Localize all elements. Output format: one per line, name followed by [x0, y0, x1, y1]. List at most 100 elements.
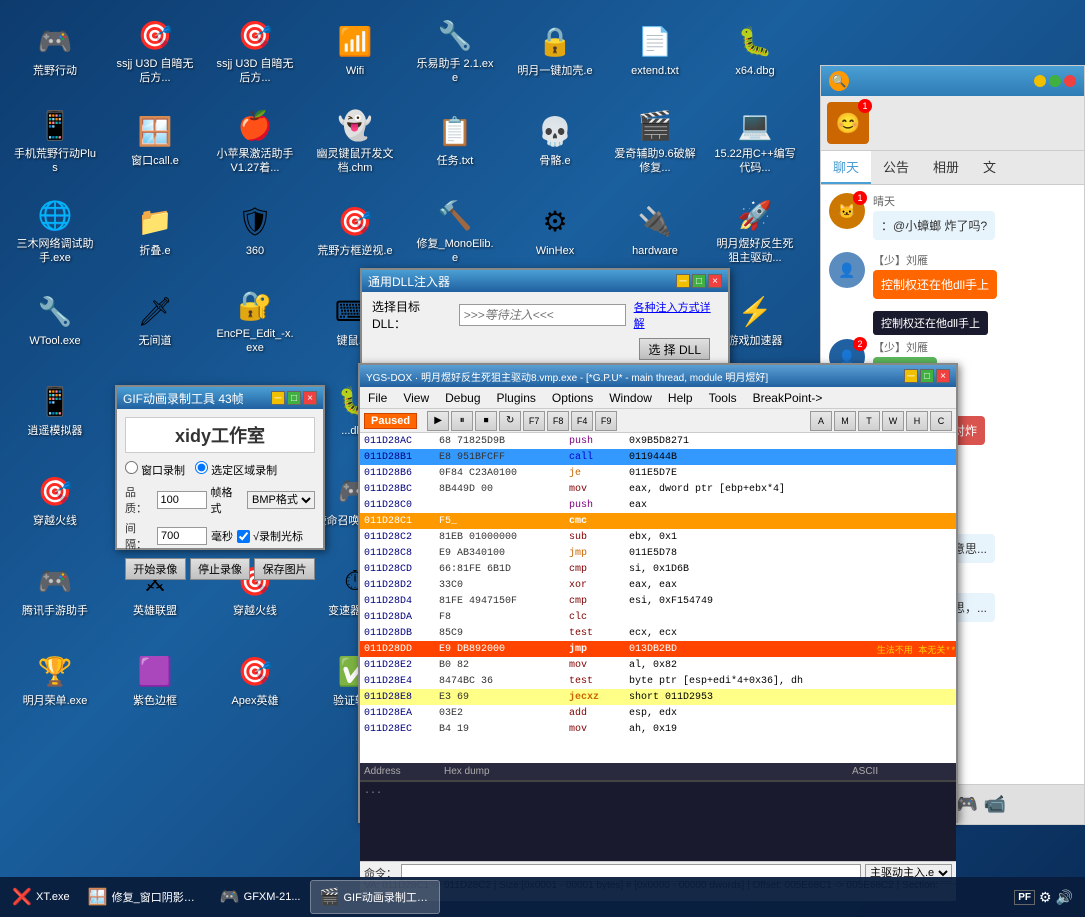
qq-game-icon[interactable]: 🎮: [956, 794, 978, 815]
gif-stop-btn[interactable]: 停止录像: [190, 558, 251, 580]
icon-mingyue-drive[interactable]: 🚀 明月煜好反生死狙主驱动...: [710, 190, 800, 270]
menu-tools[interactable]: Tools: [701, 389, 745, 407]
gif-close-btn[interactable]: ×: [303, 391, 317, 405]
taskbar-item-xt[interactable]: ❌ XT.exe: [4, 880, 78, 914]
gif-format-select[interactable]: BMP格式: [247, 491, 315, 509]
menu-help[interactable]: Help: [660, 389, 701, 407]
debugger-close-btn[interactable]: ×: [936, 369, 950, 383]
gif-save-btn[interactable]: 保存图片: [254, 558, 315, 580]
qq-video-icon[interactable]: 📹: [984, 794, 1006, 815]
dll-help-link[interactable]: 各种注入方式详解: [634, 299, 718, 331]
icon-phone-huanye[interactable]: 📱 手机荒野行动Plus: [10, 100, 100, 180]
taskbar-item-gfxm[interactable]: 🎮 GFXM-21...: [212, 880, 309, 914]
msg-item-2: 👤 【少】刘雁 控制权还在他dll手上: [829, 252, 1076, 299]
mnem-14: mov: [565, 660, 625, 671]
icon-ssjj-2[interactable]: 🎯 ssjj U3D 自暗无后方...: [210, 10, 300, 90]
menu-window[interactable]: Window: [601, 389, 660, 407]
qq-close-btn[interactable]: [1064, 75, 1076, 87]
taskbar-item-gif[interactable]: 🎬 GIF动画录制工具.exe: [310, 880, 440, 914]
icon-mingyue[interactable]: 🔒 明月一键加壳.e: [510, 10, 600, 90]
icon-mingyue-rongdan[interactable]: 🏆 明月荣单.exe: [10, 640, 100, 720]
icon-荒野行动[interactable]: 🎮 荒野行动: [10, 10, 100, 90]
icon-sanmu[interactable]: 🌐 三木网络调试助手.exe: [10, 190, 100, 270]
dll-path-input[interactable]: [459, 304, 626, 326]
code-row-1[interactable]: 011D28B1 E8 951BFCFF call 0119444B: [360, 449, 956, 465]
toolbar-btn-w[interactable]: W: [882, 411, 904, 431]
icon-mumu[interactable]: 📱 逍遥模拟器: [10, 370, 100, 450]
icon-task[interactable]: 📋 任务.txt: [410, 100, 500, 180]
qq-minimize-btn[interactable]: [1034, 75, 1046, 87]
tray-icon-sound[interactable]: 🔊: [1056, 889, 1073, 906]
qq-tab-chat[interactable]: 聊天: [821, 151, 871, 184]
dll-minimize-btn[interactable]: ─: [676, 274, 690, 288]
toolbar-btn-4[interactable]: ↻: [499, 411, 521, 431]
toolbar-btn-3[interactable]: ⏹: [475, 411, 497, 431]
gif-start-btn[interactable]: 开始录像: [125, 558, 186, 580]
icon-apple[interactable]: 🍎 小苹果激活助手V1.27着...: [210, 100, 300, 180]
debugger-maximize-btn[interactable]: □: [920, 369, 934, 383]
code-row-2: 011D28B6 0F84 C23A0100 je 011E5D7E: [360, 465, 956, 481]
icon-window-call[interactable]: 🪟 窗口call.e: [110, 100, 200, 180]
icon-huanye-box[interactable]: 🎯 荒野方框逆视.e: [310, 190, 400, 270]
icon-repair-mono[interactable]: 🔨 修复_MonoElib.e: [410, 190, 500, 270]
qq-maximize-btn[interactable]: [1049, 75, 1061, 87]
icon-apex[interactable]: 🎯 Apex英雄: [210, 640, 300, 720]
icon-wifi[interactable]: 📶 Wifi: [310, 10, 400, 90]
icon-ssjj-1[interactable]: 🎯 ssjj U3D 自暗无后方...: [110, 10, 200, 90]
toolbar-btn-step-over[interactable]: F8: [547, 411, 569, 431]
icon-wtool[interactable]: 🔧 WTool.exe: [10, 280, 100, 360]
icon-winhex[interactable]: ⚙ WinHex: [510, 190, 600, 270]
toolbar-btn-t[interactable]: T: [858, 411, 880, 431]
tray-icon-settings[interactable]: ⚙: [1039, 889, 1052, 906]
icon-360[interactable]: 🛡 360: [210, 190, 300, 270]
dll-maximize-btn[interactable]: □: [692, 274, 706, 288]
icon-x64dbg[interactable]: 🐛 x64.dbg: [710, 10, 800, 90]
icon-extend[interactable]: 📄 extend.txt: [610, 10, 700, 90]
qq-tab-notice[interactable]: 公告: [871, 151, 921, 184]
menu-debug[interactable]: Debug: [437, 389, 488, 407]
debugger-minimize-btn[interactable]: ─: [904, 369, 918, 383]
icon-purple-border[interactable]: 🟪 紫色边框: [110, 640, 200, 720]
icon-wujiandao[interactable]: 🗡 无间道: [110, 280, 200, 360]
hex-12: 85C9: [435, 628, 565, 639]
gif-quality-input[interactable]: [157, 491, 207, 509]
toolbar-btn-m[interactable]: M: [834, 411, 856, 431]
gif-interval-input[interactable]: [157, 527, 207, 545]
dll-select-btn[interactable]: 选 择 DLL: [639, 338, 710, 360]
gif-window-record-radio[interactable]: [125, 461, 138, 474]
menu-breakpoint[interactable]: BreakPoint->: [745, 389, 831, 407]
qq-tab-text[interactable]: 文: [971, 151, 1008, 184]
gif-area-record-radio[interactable]: [195, 461, 208, 474]
gif-minimize-btn[interactable]: ─: [271, 391, 285, 405]
toolbar-btn-run-to-cursor[interactable]: F4: [571, 411, 593, 431]
icon-skeleton[interactable]: 💀 骨骼.e: [510, 100, 600, 180]
gif-cursor-checkbox[interactable]: [237, 530, 250, 543]
menu-plugins[interactable]: Plugins: [489, 389, 544, 407]
menu-options[interactable]: Options: [544, 389, 601, 407]
toolbar-btn-2[interactable]: ⏸: [451, 411, 473, 431]
toolbar-btn-a[interactable]: A: [810, 411, 832, 431]
toolbar-btn-h[interactable]: H: [906, 411, 928, 431]
icon-tencent-mobile[interactable]: 🎮 腾讯手游助手: [10, 550, 100, 630]
menu-file[interactable]: File: [360, 389, 395, 407]
icon-aiqiyi[interactable]: 🎬 爱奇辅助9.6破解修复...: [610, 100, 700, 180]
toolbar-btn-step-into[interactable]: F7: [523, 411, 545, 431]
icon-encpe[interactable]: 🔐 EncPE_Edit_-x.exe: [210, 280, 300, 360]
qq-tab-album[interactable]: 相册: [921, 151, 971, 184]
icon-hardware[interactable]: 🔌 hardware: [610, 190, 700, 270]
gif-maximize-btn[interactable]: □: [287, 391, 301, 405]
qq-title-controls: [1034, 75, 1076, 87]
taskbar-item-repair[interactable]: 🪟 修复_窗口阴影模块.e: [80, 880, 210, 914]
icon-crossfire[interactable]: 🎯 穿越火线: [10, 460, 100, 540]
dll-close-btn[interactable]: ×: [708, 274, 722, 288]
menu-view[interactable]: View: [395, 389, 437, 407]
toolbar-btn-execute-till-ret[interactable]: F9: [595, 411, 617, 431]
icon-ghost-dev[interactable]: 👻 幽灵键鼠开发文档.chm: [310, 100, 400, 180]
icon-cpp-code[interactable]: 💻 15.22用C++编写代码...: [710, 100, 800, 180]
icon-leyizhushou[interactable]: 🔧 乐易助手 2.1.exe: [410, 10, 500, 90]
toolbar-btn-1[interactable]: ▶: [427, 411, 449, 431]
toolbar-btn-c[interactable]: C: [930, 411, 952, 431]
icon-fold[interactable]: 📁 折叠.e: [110, 190, 200, 270]
badge-2: 2: [853, 337, 867, 351]
op-2: 011E5D7E: [625, 468, 956, 479]
